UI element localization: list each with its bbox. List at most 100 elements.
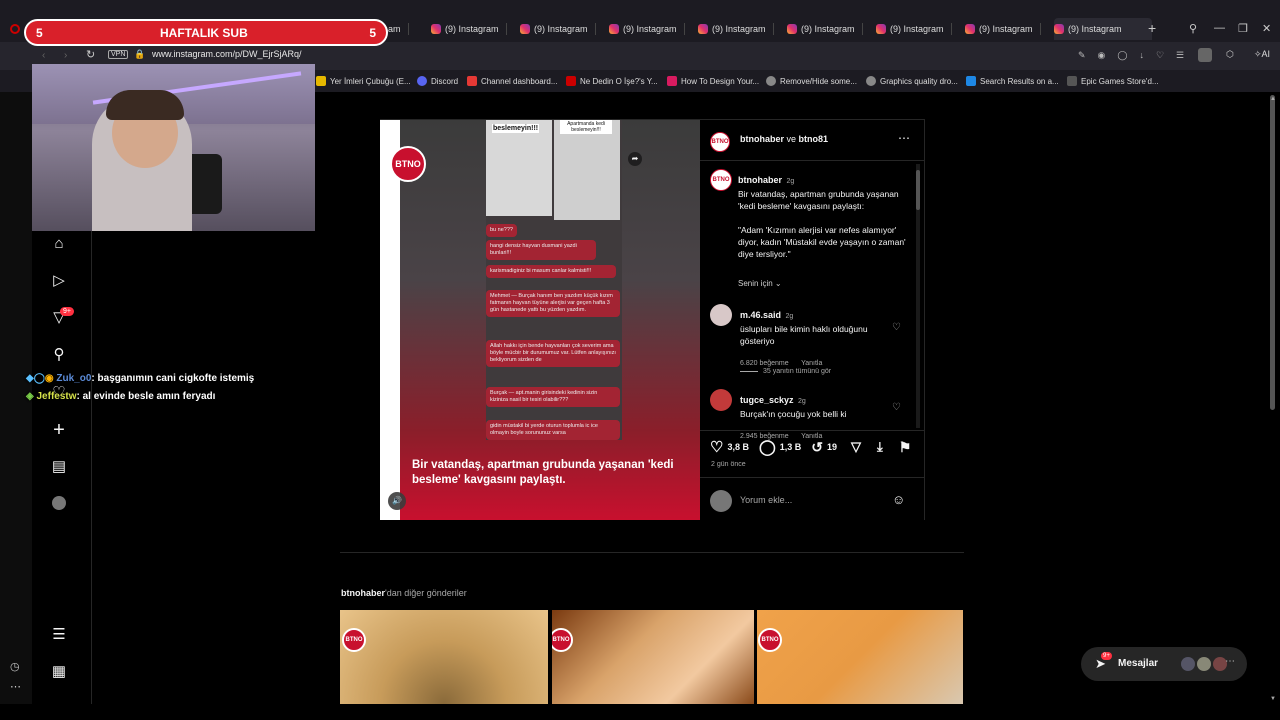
- like-comment-icon[interactable]: ♡: [892, 402, 901, 413]
- bookmark-label: Remove/Hide some...: [780, 76, 857, 86]
- forward-icon[interactable]: ›: [64, 50, 67, 61]
- author-username[interactable]: btnohaber: [740, 134, 784, 144]
- post-media[interactable]: BTNO beslemeyin!!! Apartmanda kedi besle…: [380, 120, 700, 520]
- bookmark-remove-hide[interactable]: Remove/Hide some...: [766, 76, 857, 86]
- profile-icon[interactable]: [50, 496, 68, 514]
- like-count[interactable]: 3,8 B: [727, 442, 749, 452]
- history-icon[interactable]: ◷: [10, 660, 20, 673]
- ai-label: AI: [1261, 49, 1271, 59]
- chat-badge: ◈: [26, 391, 34, 402]
- tab-instagram-active[interactable]: (9) Instagram: [1054, 18, 1152, 40]
- extensions-icon[interactable]: ⬡: [1226, 49, 1234, 60]
- tab-instagram-1[interactable]: (9) Instagram: [431, 18, 507, 40]
- bookmark-label: Channel dashboard...: [481, 76, 558, 86]
- tab-instagram-7[interactable]: (9) Instagram: [965, 18, 1041, 40]
- bookmark-graphics[interactable]: Graphics quality dro...: [866, 76, 958, 86]
- tab-instagram-4[interactable]: (9) Instagram: [698, 18, 774, 40]
- comment-input[interactable]: Yorum ekle...: [740, 495, 880, 505]
- view-replies[interactable]: 35 yanıtın tümünü gör: [740, 368, 831, 375]
- emoji-icon[interactable]: ☺: [892, 492, 905, 507]
- epic-games-icon: [1067, 76, 1077, 86]
- btno-logo: BTNO: [552, 628, 573, 652]
- ai-button[interactable]: ✧AI: [1254, 49, 1270, 60]
- post-thumbnail[interactable]: BTNO: [757, 610, 963, 704]
- scroll-down-icon[interactable]: ▼: [1270, 696, 1276, 702]
- coauthor-username[interactable]: btno81: [799, 134, 829, 144]
- toolbar-icons[interactable]: ✎◉◯↓♡☰: [1078, 50, 1196, 61]
- webcam-hair: [106, 90, 184, 120]
- instagram-icon: [609, 24, 619, 34]
- audio-icon[interactable]: 🔊: [388, 492, 406, 510]
- reply-button[interactable]: Yanıtla: [801, 360, 822, 367]
- home-icon[interactable]: ⌂: [50, 235, 68, 253]
- create-icon[interactable]: +: [50, 420, 68, 440]
- more-options-icon[interactable]: ⋯: [898, 131, 910, 145]
- photo-note-left: beslemeyin!!!: [492, 124, 540, 133]
- repost-count[interactable]: 19: [827, 442, 837, 452]
- tab-label: (9) Instagram: [801, 24, 855, 34]
- back-icon[interactable]: ‹: [42, 50, 45, 61]
- more-icon[interactable]: ⋯: [10, 680, 21, 693]
- menu-icon[interactable]: ☰: [50, 626, 68, 644]
- dashboard-icon[interactable]: ▤: [50, 458, 68, 476]
- like-comment-icon[interactable]: ♡: [892, 322, 901, 333]
- profile-avatar[interactable]: [1198, 48, 1212, 62]
- apps-icon[interactable]: ▦: [50, 663, 68, 681]
- save-icon[interactable]: ⚑: [899, 439, 912, 456]
- new-tab-icon[interactable]: +: [1148, 20, 1156, 36]
- post-thumbnail[interactable]: BTNO: [552, 610, 754, 704]
- caption-username[interactable]: btnohaber: [738, 175, 782, 185]
- url-field[interactable]: www.instagram.com/p/DW_EjrSjARq/: [152, 49, 302, 59]
- tab-instagram-5[interactable]: (9) Instagram: [787, 18, 863, 40]
- instagram-icon: [787, 24, 797, 34]
- author-avatar[interactable]: BTNO: [710, 132, 730, 152]
- channel-icon: [566, 76, 576, 86]
- comment-likes[interactable]: 6.820 beğenme: [740, 360, 789, 367]
- commenter-avatar[interactable]: [710, 304, 732, 326]
- bookmark-search-results[interactable]: Search Results on a...: [966, 76, 1059, 86]
- post-thumbnail[interactable]: BTNO: [340, 610, 548, 704]
- bookmark-discord[interactable]: Discord: [417, 76, 458, 86]
- bookmark-folder[interactable]: Yer İmleri Çubuğu (E...: [316, 76, 411, 86]
- chat-username: Zuk_o0: [56, 373, 92, 384]
- senin-icin-dropdown[interactable]: Senin için ⌄: [738, 279, 782, 288]
- maximize-icon[interactable]: ❐: [1238, 22, 1248, 35]
- bookmark-label: Graphics quality dro...: [880, 76, 958, 86]
- messages-button[interactable]: ➤ 9+ Mesajlar ⋯: [1081, 647, 1247, 681]
- comments-scrollbar[interactable]: [916, 164, 920, 428]
- view-replies-label: 35 yanıtın tümünü gör: [763, 368, 832, 375]
- bookmark-ne-dedin[interactable]: Ne Dedin O İşe?'s Y...: [566, 76, 658, 86]
- tab-label: (9) Instagram: [534, 24, 588, 34]
- share-arrow-icon[interactable]: ➦: [628, 152, 642, 166]
- bookmark-channel-dashboard[interactable]: Channel dashboard...: [467, 76, 558, 86]
- vpn-badge[interactable]: VPN: [108, 50, 129, 59]
- tab-instagram-3[interactable]: (9) Instagram: [609, 18, 685, 40]
- reload-icon[interactable]: ↻: [86, 48, 95, 61]
- bookmark-epic-games[interactable]: Epic Games Store'd...: [1067, 76, 1159, 86]
- tab-partial[interactable]: am: [388, 18, 409, 40]
- more-posts-username[interactable]: btnohaber: [341, 588, 385, 598]
- search-icon[interactable]: ⚲: [50, 346, 68, 364]
- comment-username[interactable]: tugce_sckyz: [740, 395, 794, 405]
- close-icon[interactable]: ✕: [1262, 22, 1271, 35]
- bookmark-design[interactable]: How To Design Your...: [667, 76, 759, 86]
- tab-label: (9) Instagram: [623, 24, 677, 34]
- commenter-avatar[interactable]: [710, 389, 732, 411]
- comment-icon[interactable]: ◯: [759, 438, 776, 456]
- repost-icon[interactable]: ↺: [811, 439, 823, 456]
- comment-text: Burçak'ın çocuğu yok belli ki: [740, 409, 847, 419]
- comment-count[interactable]: 1,3 B: [780, 442, 802, 452]
- share-icon[interactable]: ▽: [851, 439, 861, 455]
- scroll-up-icon[interactable]: ▲: [1270, 96, 1276, 102]
- tab-instagram-6[interactable]: (9) Instagram: [876, 18, 952, 40]
- like-icon[interactable]: ♡: [710, 438, 723, 456]
- minimize-icon[interactable]: —: [1214, 22, 1225, 34]
- comment-username[interactable]: m.46.said: [740, 310, 781, 320]
- caption-avatar[interactable]: BTNO: [710, 169, 732, 191]
- reels-icon[interactable]: ▷: [50, 272, 68, 290]
- download-icon[interactable]: ⤓: [877, 439, 883, 455]
- page-scrollbar[interactable]: [1270, 95, 1275, 410]
- tab-instagram-2[interactable]: (9) Instagram: [520, 18, 596, 40]
- opera-logo-icon[interactable]: [10, 24, 20, 34]
- search-tabs-icon[interactable]: ⚲: [1189, 22, 1197, 35]
